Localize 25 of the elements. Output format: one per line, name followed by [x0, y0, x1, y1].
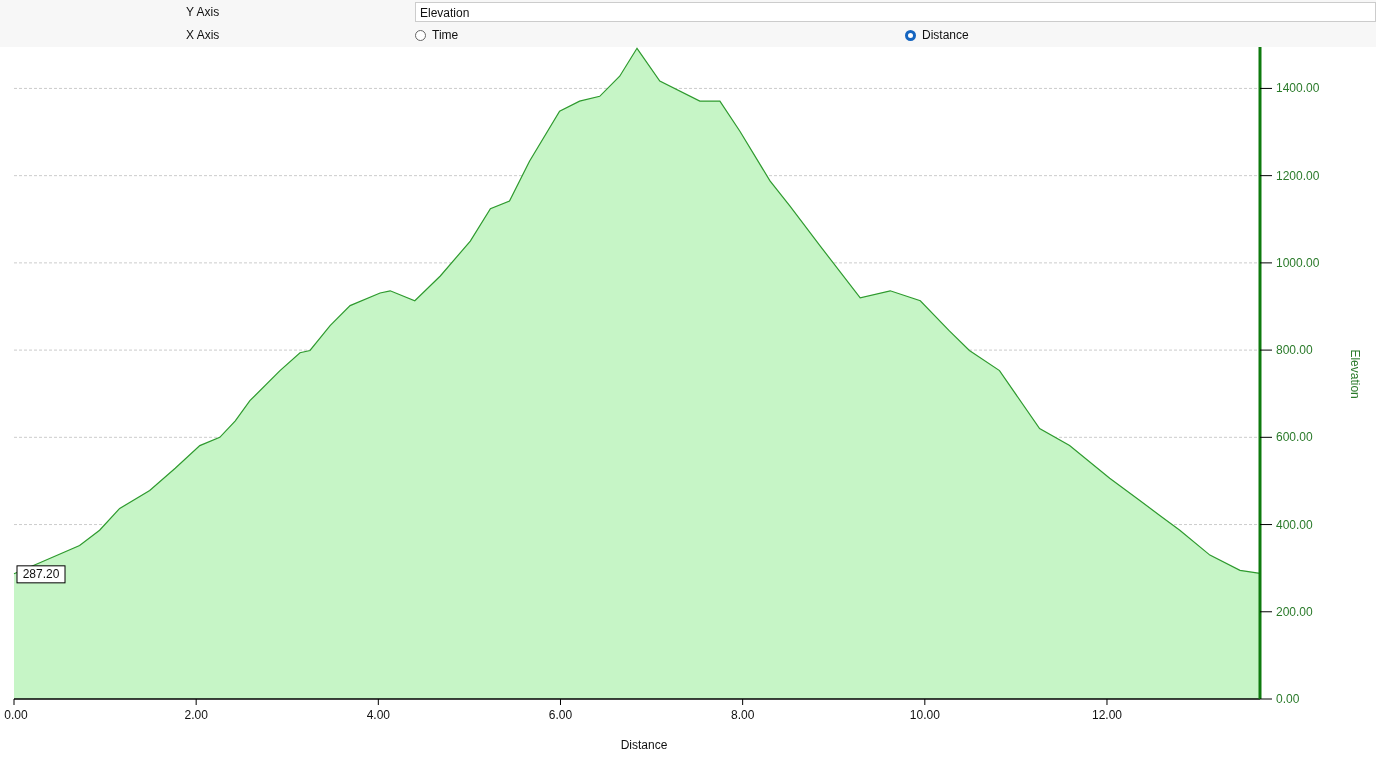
x-tick-label: 4.00	[366, 708, 390, 722]
x-tick-label: 2.00	[184, 708, 208, 722]
y-axis-title: Elevation	[1348, 349, 1362, 399]
y-axis-field[interactable]: Elevation	[415, 2, 1376, 22]
x-axis-label: X Axis	[185, 28, 221, 42]
y-axis-label: Y Axis	[185, 5, 221, 19]
x-tick-label: 12.00	[1091, 708, 1122, 722]
value-tooltip: 287.20	[16, 565, 66, 584]
radio-option[interactable]: Distance	[905, 28, 969, 42]
y-tick-label: 600.00	[1276, 430, 1313, 445]
y-tick-label: 1000.00	[1276, 255, 1320, 270]
x-tick-label: 6.00	[548, 708, 573, 722]
y-tick-label: 200.00	[1276, 604, 1313, 619]
x-tick-label: 0.00	[4, 708, 28, 722]
radio-option[interactable]: Time	[415, 28, 459, 42]
y-tick-label: 1200.00	[1276, 168, 1320, 183]
x-tick-label: 8.00	[731, 708, 755, 722]
radio-button[interactable]	[415, 29, 426, 41]
x-tick-label: 10.00	[909, 708, 940, 722]
x-axis-title: Distance	[620, 738, 668, 752]
y-tick-label: 800.00	[1276, 343, 1313, 358]
radio-button[interactable]	[905, 29, 916, 41]
y-tick-label: 400.00	[1276, 517, 1313, 532]
y-tick-label: 1400.00	[1276, 81, 1320, 96]
y-tick-label: 0.00	[1276, 692, 1300, 706]
